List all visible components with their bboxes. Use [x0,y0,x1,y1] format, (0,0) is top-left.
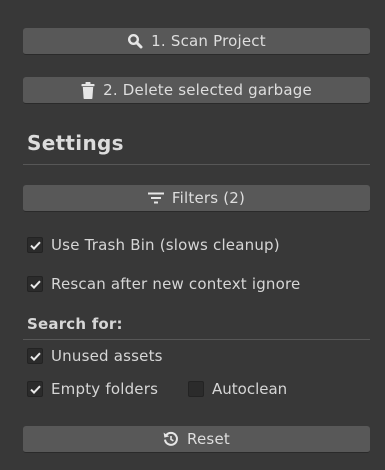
cleaner-panel: 1. Scan Project 2. Delete selected garba… [0,0,385,470]
reset-label: Reset [187,430,230,448]
unused-assets-checkbox[interactable] [27,348,43,364]
delete-garbage-button[interactable]: 2. Delete selected garbage [23,77,370,104]
check-icon [29,241,41,250]
reset-icon [163,431,179,447]
autoclean-checkbox[interactable] [188,381,204,397]
use-trash-bin-label: Use Trash Bin (slows cleanup) [51,236,280,254]
empty-folders-label: Empty folders [51,380,159,398]
rescan-after-ignore-toggle: Rescan after new context ignore [27,275,300,293]
settings-divider [23,164,370,165]
check-icon [29,385,41,394]
unused-assets-toggle: Unused assets [27,347,163,365]
search-for-heading: Search for: [27,315,123,333]
autoclean-label: Autoclean [212,380,288,398]
unused-assets-label: Unused assets [51,347,163,365]
check-icon [29,280,41,289]
scan-project-button[interactable]: 1. Scan Project [23,28,370,55]
delete-garbage-label: 2. Delete selected garbage [103,81,312,99]
filter-icon [147,192,164,204]
reset-button[interactable]: Reset [23,426,370,453]
use-trash-bin-checkbox[interactable] [27,237,43,253]
empty-folders-toggle: Empty folders [27,380,158,398]
trash-icon [81,81,95,99]
check-icon [29,352,41,361]
search-for-divider [23,339,370,340]
rescan-after-ignore-checkbox[interactable] [27,276,43,292]
empty-folders-checkbox[interactable] [27,381,43,397]
settings-heading: Settings [27,131,124,155]
rescan-after-ignore-label: Rescan after new context ignore [51,275,301,293]
scan-project-label: 1. Scan Project [151,32,266,50]
filters-label: Filters (2) [171,189,246,207]
search-icon [127,33,143,49]
use-trash-bin-toggle: Use Trash Bin (slows cleanup) [27,236,280,254]
filters-button[interactable]: Filters (2) [23,185,370,212]
autoclean-toggle: Autoclean [188,380,287,398]
